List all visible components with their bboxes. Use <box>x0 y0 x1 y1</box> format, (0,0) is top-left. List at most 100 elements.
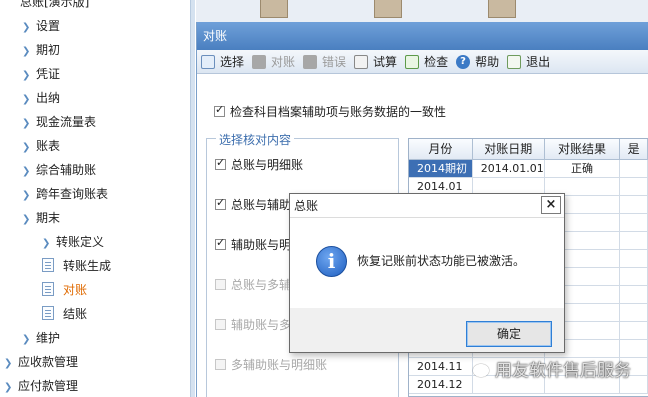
nav-item-label: 应收款管理 <box>18 355 79 369</box>
table-cell[interactable] <box>619 285 648 304</box>
chevron-right-icon[interactable]: ❯ <box>22 162 36 182</box>
close-button[interactable]: × <box>541 196 561 214</box>
checkbox-box[interactable] <box>215 319 226 330</box>
dialog-titlebar: 总账 × <box>290 194 564 218</box>
table-cell[interactable] <box>619 159 648 178</box>
nav-scrollbar[interactable] <box>190 0 195 397</box>
dialog-message: 恢复记账前状态功能已被激活。 <box>357 254 526 268</box>
nav-item-label: 转账定义 <box>56 235 105 249</box>
table-cell[interactable]: 2014期初 <box>409 159 473 178</box>
grid-column-header[interactable]: 对账日期 <box>472 139 545 160</box>
nav-item-payables[interactable]: ❯ 应付款管理 <box>4 376 78 396</box>
select-icon <box>201 54 215 69</box>
exit-icon <box>507 54 522 69</box>
nav-item-label: 结账 <box>63 307 88 321</box>
chevron-right-icon[interactable]: ❯ <box>22 138 36 158</box>
help-button[interactable]: ? 帮助 <box>456 52 499 72</box>
nav-item-label: 综合辅助账 <box>36 163 97 177</box>
nav-item-period-end[interactable]: ❯ 期末 <box>22 208 60 228</box>
chevron-right-icon[interactable]: ❯ <box>22 114 36 134</box>
wechat-icon <box>473 364 489 377</box>
close-icon: × <box>545 197 557 212</box>
checkbox-box[interactable] <box>215 156 226 170</box>
chevron-right-icon[interactable]: ❯ <box>22 186 36 206</box>
error-icon <box>303 54 318 69</box>
nav-item-label: 转账生成 <box>63 259 112 273</box>
table-cell[interactable] <box>619 177 648 196</box>
table-cell[interactable] <box>619 267 648 286</box>
nav-item-cross-year[interactable]: ❯ 跨年查询账表 <box>22 184 108 204</box>
error-button[interactable]: 错误 <box>303 52 346 72</box>
grid-column-header[interactable]: 月份 <box>409 139 473 160</box>
checkbox-box[interactable] <box>215 279 226 290</box>
consistency-check-checkbox[interactable]: 检查科目档案辅助项与账务数据的一致性 <box>214 103 446 120</box>
chevron-right-icon[interactable]: ❯ <box>22 330 36 350</box>
checkbox-box[interactable] <box>215 236 226 250</box>
table-cell[interactable] <box>619 213 648 232</box>
grid-header-row: 月份 对账日期 对账结果 是 <box>409 139 648 160</box>
desktop-shortcut-icon[interactable] <box>488 0 516 18</box>
reconcile-button[interactable]: 对账 <box>252 52 295 72</box>
table-cell[interactable]: 2014.01.01 <box>472 159 545 178</box>
help-button-label: 帮助 <box>475 55 500 69</box>
error-button-label: 错误 <box>322 55 347 69</box>
chevron-right-icon[interactable]: ❯ <box>4 378 18 397</box>
nav-item-label: 应付款管理 <box>18 379 79 393</box>
table-cell[interactable]: 2014.12 <box>409 375 473 394</box>
table-cell[interactable] <box>619 321 648 340</box>
nav-item-reports[interactable]: ❯ 账表 <box>22 136 60 156</box>
chevron-right-icon[interactable]: ❯ <box>22 66 36 86</box>
nav-root-label[interactable]: 总账[演示版] <box>20 0 89 10</box>
chevron-right-icon[interactable]: ❯ <box>22 90 36 110</box>
checkbox-box[interactable] <box>215 359 226 370</box>
option-multi-aux-vs-detail[interactable]: 多辅助账与明细账 <box>215 356 327 373</box>
nav-item-opening[interactable]: ❯ 期初 <box>22 40 60 60</box>
nav-item-cashflow[interactable]: ❯ 现金流量表 <box>22 112 96 132</box>
nav-item-cashier[interactable]: ❯ 出纳 <box>22 88 60 108</box>
window-title: 对账 <box>197 22 648 50</box>
chevron-right-icon[interactable]: ❯ <box>22 18 36 38</box>
ok-button[interactable]: 确定 <box>466 321 552 347</box>
nav-item-transfer-gen[interactable]: 转账生成 <box>42 256 111 276</box>
nav-item-reconcile[interactable]: 对账 <box>42 280 87 300</box>
grid-column-header[interactable]: 对账结果 <box>544 139 621 160</box>
nav-item-label: 账表 <box>36 139 61 153</box>
nav-item-transfer-def[interactable]: ❯ 转账定义 <box>42 232 104 252</box>
table-cell[interactable]: 正确 <box>544 159 621 178</box>
nav-item-maintenance[interactable]: ❯ 维护 <box>22 328 60 348</box>
watermark-text: 用友软件售后服务 <box>495 361 631 381</box>
nav-item-label: 出纳 <box>36 91 61 105</box>
checkbox-box[interactable] <box>214 103 225 117</box>
table-cell[interactable] <box>619 231 648 250</box>
nav-item-label: 现金流量表 <box>36 115 97 129</box>
nav-item-closing[interactable]: 结账 <box>42 304 87 324</box>
document-icon <box>42 306 54 320</box>
desktop-shortcut-icon[interactable] <box>374 0 402 18</box>
grid-column-header[interactable]: 是 <box>619 139 648 160</box>
table-cell[interactable] <box>619 249 648 268</box>
chevron-right-icon[interactable]: ❯ <box>22 42 36 62</box>
exit-button[interactable]: 退出 <box>507 52 550 72</box>
chevron-right-icon[interactable]: ❯ <box>4 354 18 374</box>
table-cell[interactable]: 2014.11 <box>409 357 473 376</box>
chevron-right-icon[interactable]: ❯ <box>42 234 56 254</box>
nav-item-label: 期初 <box>36 43 61 57</box>
nav-item-settings[interactable]: ❯ 设置 <box>22 16 60 36</box>
document-icon <box>42 282 54 296</box>
chevron-down-icon[interactable]: ❯ <box>22 210 36 230</box>
table-cell[interactable] <box>619 195 648 214</box>
help-icon: ? <box>456 54 471 69</box>
table-row[interactable]: 2014期初 2014.01.01 正确 <box>409 159 648 178</box>
desktop-shortcut-icon[interactable] <box>260 0 288 18</box>
select-button[interactable]: 选择 <box>201 52 244 72</box>
checkbox-box[interactable] <box>215 196 226 210</box>
trial-balance-button[interactable]: 试算 <box>354 52 397 72</box>
message-dialog: 总账 × i 恢复记账前状态功能已被激活。 确定 <box>289 193 565 353</box>
table-cell[interactable] <box>619 303 648 322</box>
option-gl-vs-detail[interactable]: 总账与明细账 <box>215 156 303 173</box>
check-button[interactable]: 检查 <box>405 52 448 72</box>
table-cell[interactable] <box>619 339 648 358</box>
nav-item-voucher[interactable]: ❯ 凭证 <box>22 64 60 84</box>
nav-item-receivables[interactable]: ❯ 应收款管理 <box>4 352 78 372</box>
nav-item-aux-ledger[interactable]: ❯ 综合辅助账 <box>22 160 96 180</box>
